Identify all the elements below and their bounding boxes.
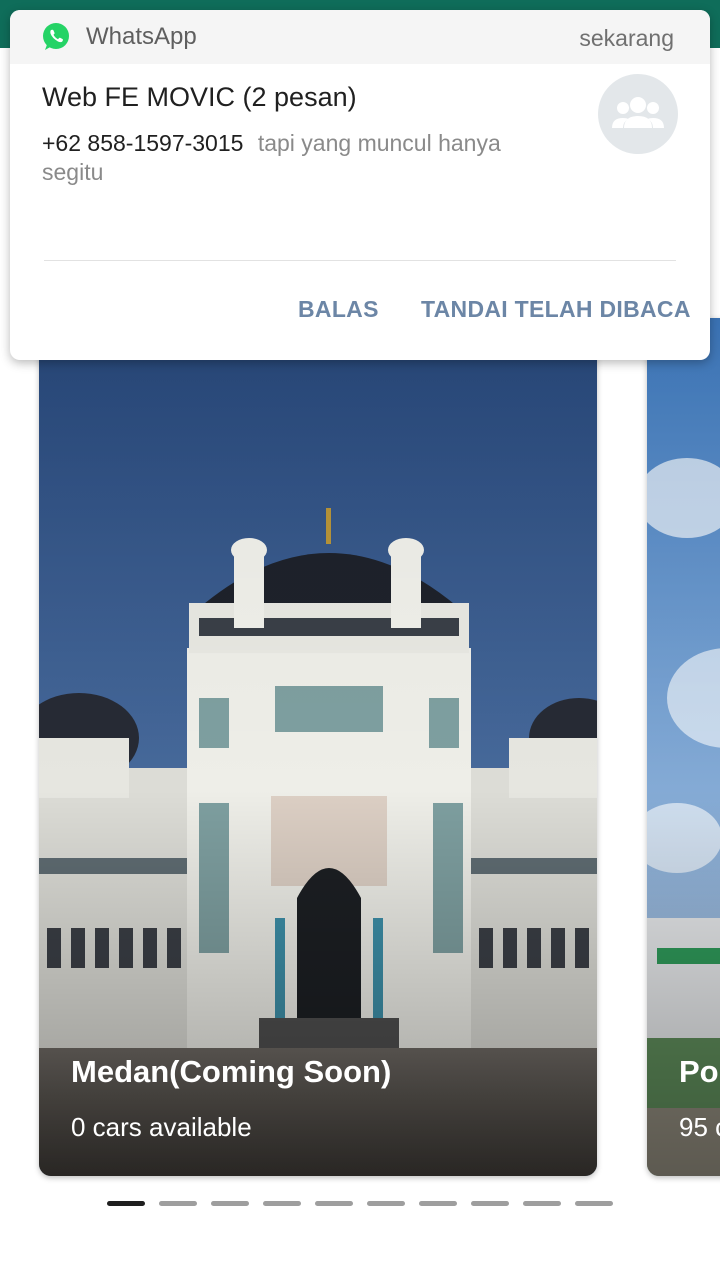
pager-dot[interactable] [367, 1201, 405, 1206]
card-overlay [647, 318, 720, 1176]
pager-dot[interactable] [523, 1201, 561, 1206]
pager-dot[interactable] [211, 1201, 249, 1206]
card-overlay [39, 318, 597, 1176]
screen: Medan(Coming Soon) 0 cars available Po 9… [0, 0, 720, 1280]
avatar [598, 74, 678, 154]
city-name: Po [679, 1054, 719, 1089]
group-icon [612, 97, 664, 128]
whatsapp-notification[interactable]: WhatsApp sekarang Web FE MOVIC (2 pesan)… [10, 10, 710, 360]
pager-dot[interactable] [263, 1201, 301, 1206]
divider [44, 260, 676, 261]
pager-dot[interactable] [419, 1201, 457, 1206]
app-name: WhatsApp [86, 23, 197, 50]
notification-time: sekarang [579, 25, 674, 51]
message-sender: +62 858-1597-3015 [42, 130, 244, 156]
mark-as-read-button[interactable]: TANDAI TELAH DIBACA [421, 296, 691, 323]
pager-dot[interactable] [159, 1201, 197, 1206]
notification-message: +62 858-1597-3015 tapi yang muncul hanya… [42, 129, 542, 187]
pager-dot[interactable] [575, 1201, 613, 1206]
pager-dot[interactable] [471, 1201, 509, 1206]
cars-available: 95 c [679, 1112, 720, 1142]
city-card-medan[interactable]: Medan(Coming Soon) 0 cars available [39, 318, 597, 1176]
cars-available: 0 cars available [71, 1112, 252, 1142]
city-card-next[interactable]: Po 95 c [647, 318, 720, 1176]
reply-button[interactable]: BALAS [298, 296, 379, 323]
notification-title: Web FE MOVIC (2 pesan) [42, 82, 357, 112]
pager-dot[interactable] [107, 1201, 145, 1206]
whatsapp-icon [43, 23, 69, 50]
city-name: Medan(Coming Soon) [71, 1054, 392, 1089]
pager-dot[interactable] [315, 1201, 353, 1206]
notification-header: WhatsApp sekarang [10, 10, 710, 64]
